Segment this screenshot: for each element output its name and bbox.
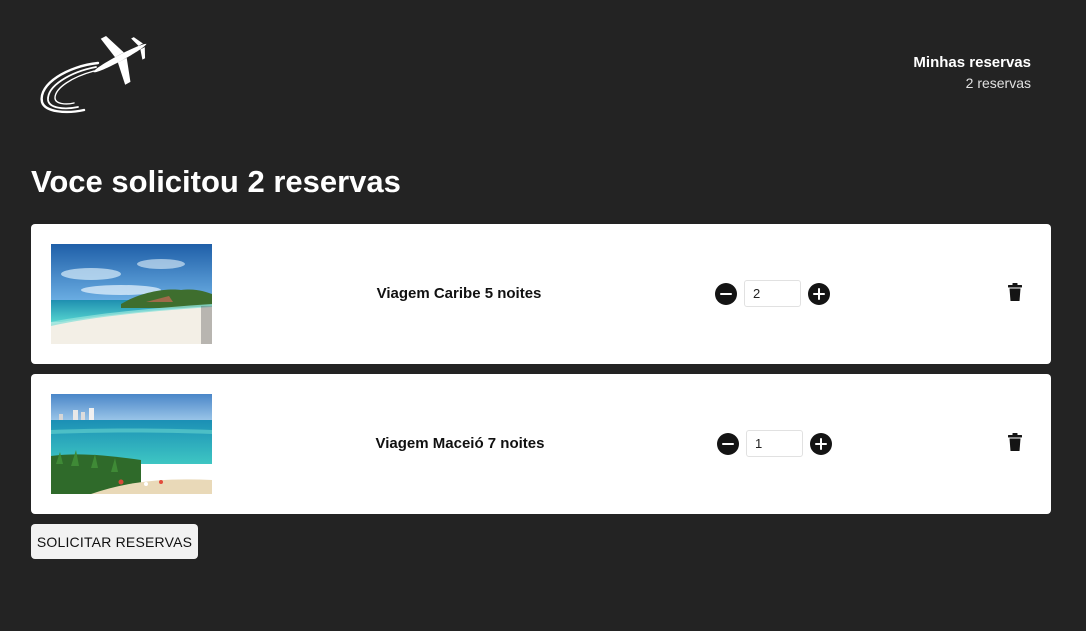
trip-name: Viagem Caribe 5 noites xyxy=(376,285,542,302)
beach-maceio-photo xyxy=(51,394,212,494)
request-reservations-button[interactable]: SOLICITAR RESERVAS xyxy=(31,524,198,559)
plus-circle-icon[interactable] xyxy=(810,432,832,455)
plus-circle-icon[interactable] xyxy=(808,282,830,305)
reservations-count: 2 reservas xyxy=(965,75,1031,91)
airplane-logo-icon[interactable] xyxy=(38,26,154,116)
trash-icon[interactable] xyxy=(1008,433,1022,451)
minus-circle-icon[interactable] xyxy=(717,432,739,455)
beach-caribe-photo xyxy=(51,244,212,344)
trash-icon[interactable] xyxy=(1008,283,1022,301)
quantity-stepper xyxy=(715,280,830,307)
quantity-input[interactable] xyxy=(744,280,801,307)
trip-name: Viagem Maceió 7 noites xyxy=(375,435,545,452)
minus-circle-icon[interactable] xyxy=(715,282,737,305)
reservation-card: Viagem Caribe 5 noites xyxy=(31,224,1051,364)
page-title: Voce solicitou 2 reservas xyxy=(31,164,401,199)
reservation-card: Viagem Maceió 7 noites xyxy=(31,374,1051,514)
quantity-stepper xyxy=(717,430,832,457)
my-reservations-summary[interactable]: Minhas reservas 2 reservas xyxy=(913,54,1031,94)
quantity-input[interactable] xyxy=(746,430,803,457)
my-reservations-title: Minhas reservas xyxy=(913,54,1031,71)
